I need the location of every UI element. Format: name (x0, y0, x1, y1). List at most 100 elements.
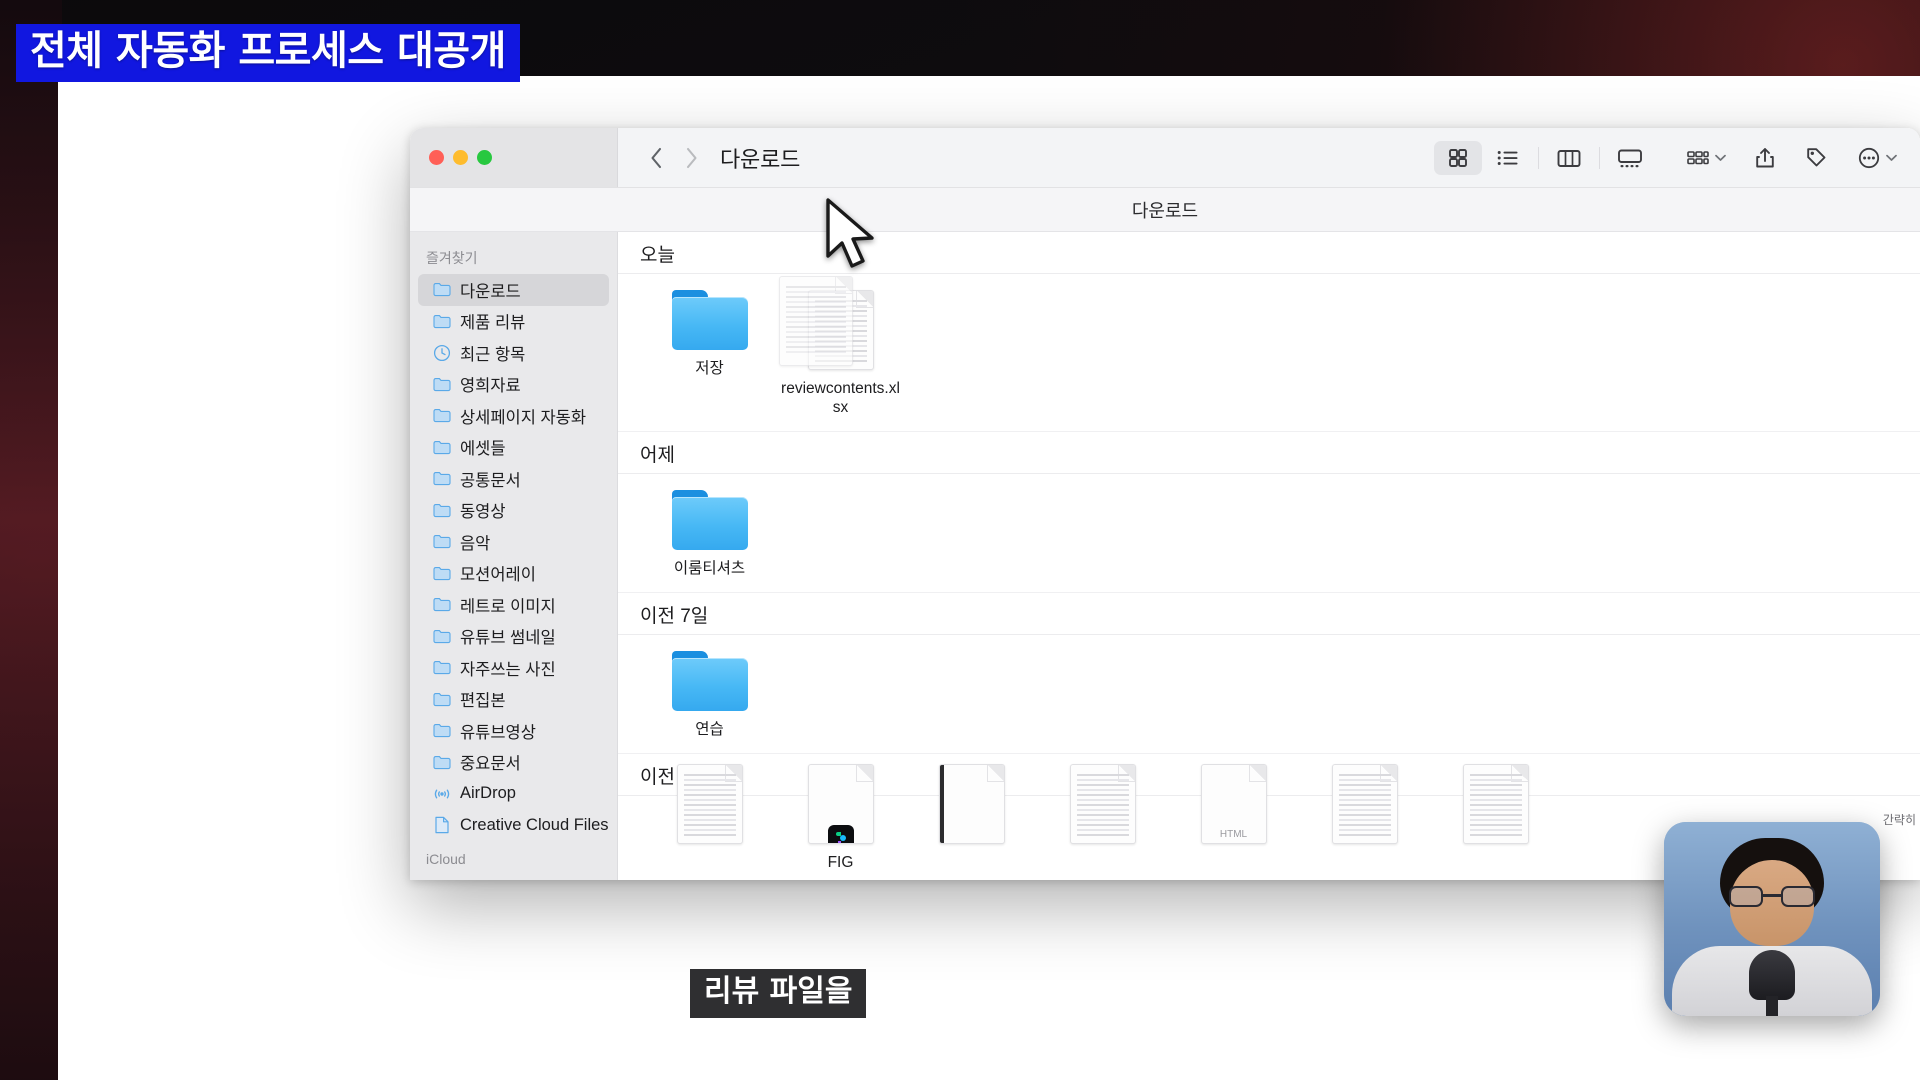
more-button[interactable] (1849, 141, 1904, 175)
subtitle-caption: 리뷰 파일을 (690, 969, 867, 1018)
folder-icon (432, 280, 451, 299)
sidebar-item-retro-images[interactable]: 레트로 이미지 (418, 589, 609, 621)
toolbar-divider (1538, 146, 1539, 169)
back-button[interactable] (640, 141, 674, 175)
file-item-document[interactable] (1037, 764, 1168, 844)
file-item-label: reviewcontents.xlsx (781, 380, 900, 416)
tag-button[interactable] (1797, 141, 1835, 175)
sidebar-item-frequent-photos[interactable]: 자주쓰는 사진 (418, 652, 609, 684)
sidebar-item-assets[interactable]: 에셋들 (418, 432, 609, 464)
finder-toolbar: 다운로드 (618, 128, 1920, 187)
file-row-yesterday: 이룸티셔츠 (618, 474, 1920, 593)
group-header-yesterday: 어제 (618, 432, 1920, 474)
folder-icon (432, 406, 451, 425)
airdrop-icon (432, 784, 451, 803)
sidebar-item-label: 제품 리뷰 (460, 314, 526, 333)
sidebar-item-younghee-data[interactable]: 영희자료 (418, 369, 609, 401)
sidebar-item-label: AirDrop (460, 784, 516, 803)
sidebar-item-label: 모션어레이 (460, 566, 536, 585)
list-view-button[interactable] (1484, 141, 1532, 175)
icon-view-button[interactable] (1434, 140, 1482, 175)
webcam-pip (1664, 822, 1880, 1016)
sidebar-item-youtube-thumbnail[interactable]: 유튜브 썸네일 (418, 621, 609, 653)
subtitle-caption-text: 리뷰 파일을 (704, 974, 853, 1009)
sidebar-item-important-docs[interactable]: 중요문서 (418, 747, 609, 779)
sidebar-item-movies[interactable]: 동영상 (418, 495, 609, 527)
file-item-document[interactable] (644, 764, 775, 844)
file-item-document[interactable] (1299, 764, 1430, 844)
group-header-today: 오늘 (618, 232, 1920, 274)
file-item-folder[interactable]: 연습 (644, 651, 775, 739)
file-item-document[interactable] (906, 764, 1037, 844)
folder-icon (671, 290, 748, 350)
traffic-light-group (410, 128, 618, 187)
folder-icon (432, 753, 451, 772)
forward-button[interactable] (674, 141, 708, 175)
sidebar-item-label: 유튜브 썸네일 (460, 629, 556, 648)
sidebar-item-airdrop[interactable]: AirDrop (418, 778, 609, 810)
sidebar-item-music[interactable]: 음악 (418, 526, 609, 558)
sidebar-item-shared-docs[interactable]: 공통문서 (418, 463, 609, 495)
sidebar-item-creative-cloud-files[interactable]: Creative Cloud Files (418, 810, 609, 842)
document-icon (807, 290, 874, 370)
close-button[interactable] (429, 150, 444, 165)
folder-icon (432, 595, 451, 614)
file-item-label: 이룸티셔츠 (673, 560, 746, 577)
cloud-icon (432, 879, 451, 880)
file-content-area: 오늘 저장 reviewcontents.xlsx 어제 이룸티셔츠 이전 7일… (618, 232, 1920, 880)
document-icon (938, 764, 1005, 844)
zoom-button[interactable] (477, 150, 492, 165)
sidebar-item-recents[interactable]: 최근 항목 (418, 337, 609, 369)
figma-badge-icon (827, 825, 854, 843)
sidebar-item-edited[interactable]: 편집본 (418, 684, 609, 716)
file-item-html[interactable]: HTML (1168, 764, 1299, 844)
sidebar-item-youtube-video[interactable]: 유튜브영상 (418, 715, 609, 747)
edge-note-text: 간략히 (1882, 813, 1916, 827)
title-banner-text: 전체 자동화 프로세스 대공개 (30, 28, 506, 74)
sidebar-item-label: 자주쓰는 사진 (460, 660, 556, 679)
folder-icon (432, 658, 451, 677)
file-item-label: FIG (827, 854, 854, 871)
sidebar-item-detail-page-automation[interactable]: 상세페이지 자동화 (418, 400, 609, 432)
folder-icon (671, 651, 748, 711)
file-item-document[interactable]: reviewcontents.xlsx (775, 290, 906, 417)
sidebar-heading-icloud: iCloud (426, 851, 466, 867)
column-view-button[interactable] (1545, 141, 1593, 175)
sidebar-item-label: 다운로드 (460, 282, 521, 301)
window-title: 다운로드 (720, 146, 801, 172)
document-icon (1069, 764, 1136, 844)
backdrop-left-glow (0, 0, 62, 1080)
toolbar-divider-2 (1599, 146, 1600, 169)
group-by-button[interactable] (1678, 141, 1733, 175)
sidebar-item-downloads[interactable]: 다운로드 (418, 274, 609, 306)
sidebar-item-product-review[interactable]: 제품 리뷰 (418, 306, 609, 338)
sidebar-item-icloud-drive[interactable]: iCloud Drive (418, 873, 609, 880)
sidebar: 즐겨찾기 다운로드 제품 리뷰 최근 항목 영희자료 상세페이지 자동화 에셋들… (410, 232, 618, 880)
clock-icon (432, 343, 451, 362)
file-item-figma[interactable]: FIG (775, 764, 906, 872)
title-banner: 전체 자동화 프로세스 대공개 (16, 24, 520, 82)
chevron-down-icon (1715, 149, 1726, 167)
folder-icon (671, 490, 748, 550)
file-row-today: 저장 reviewcontents.xlsx (618, 274, 1920, 432)
microphone-icon (1749, 950, 1795, 1016)
sidebar-item-motion-array[interactable]: 모션어레이 (418, 558, 609, 590)
sidebar-item-label: 편집본 (460, 692, 506, 711)
share-button[interactable] (1747, 141, 1783, 175)
group-header-previous-7-days: 이전 7일 (618, 593, 1920, 635)
folder-icon (432, 375, 451, 394)
sidebar-heading-favorites: 즐겨찾기 (426, 250, 478, 266)
document-icon: HTML (1200, 764, 1267, 844)
folder-icon (432, 532, 451, 551)
finder-window: 다운로드 다운로드 즐겨찾기 다운로드 제품 리뷰 최근 항목 영희자료 상세페… (410, 128, 1920, 880)
minimize-button[interactable] (453, 150, 468, 165)
file-item-folder[interactable]: 저장 (644, 290, 775, 378)
gallery-view-button[interactable] (1606, 141, 1654, 175)
sidebar-item-label: 동영상 (460, 503, 506, 522)
folder-icon (432, 438, 451, 457)
window-titlebar: 다운로드 (410, 128, 1920, 188)
file-item-document[interactable] (1430, 764, 1561, 844)
finder-body: 즐겨찾기 다운로드 제품 리뷰 최근 항목 영희자료 상세페이지 자동화 에셋들… (410, 232, 1920, 880)
file-item-folder[interactable]: 이룸티셔츠 (644, 490, 775, 578)
document-icon (807, 764, 874, 844)
